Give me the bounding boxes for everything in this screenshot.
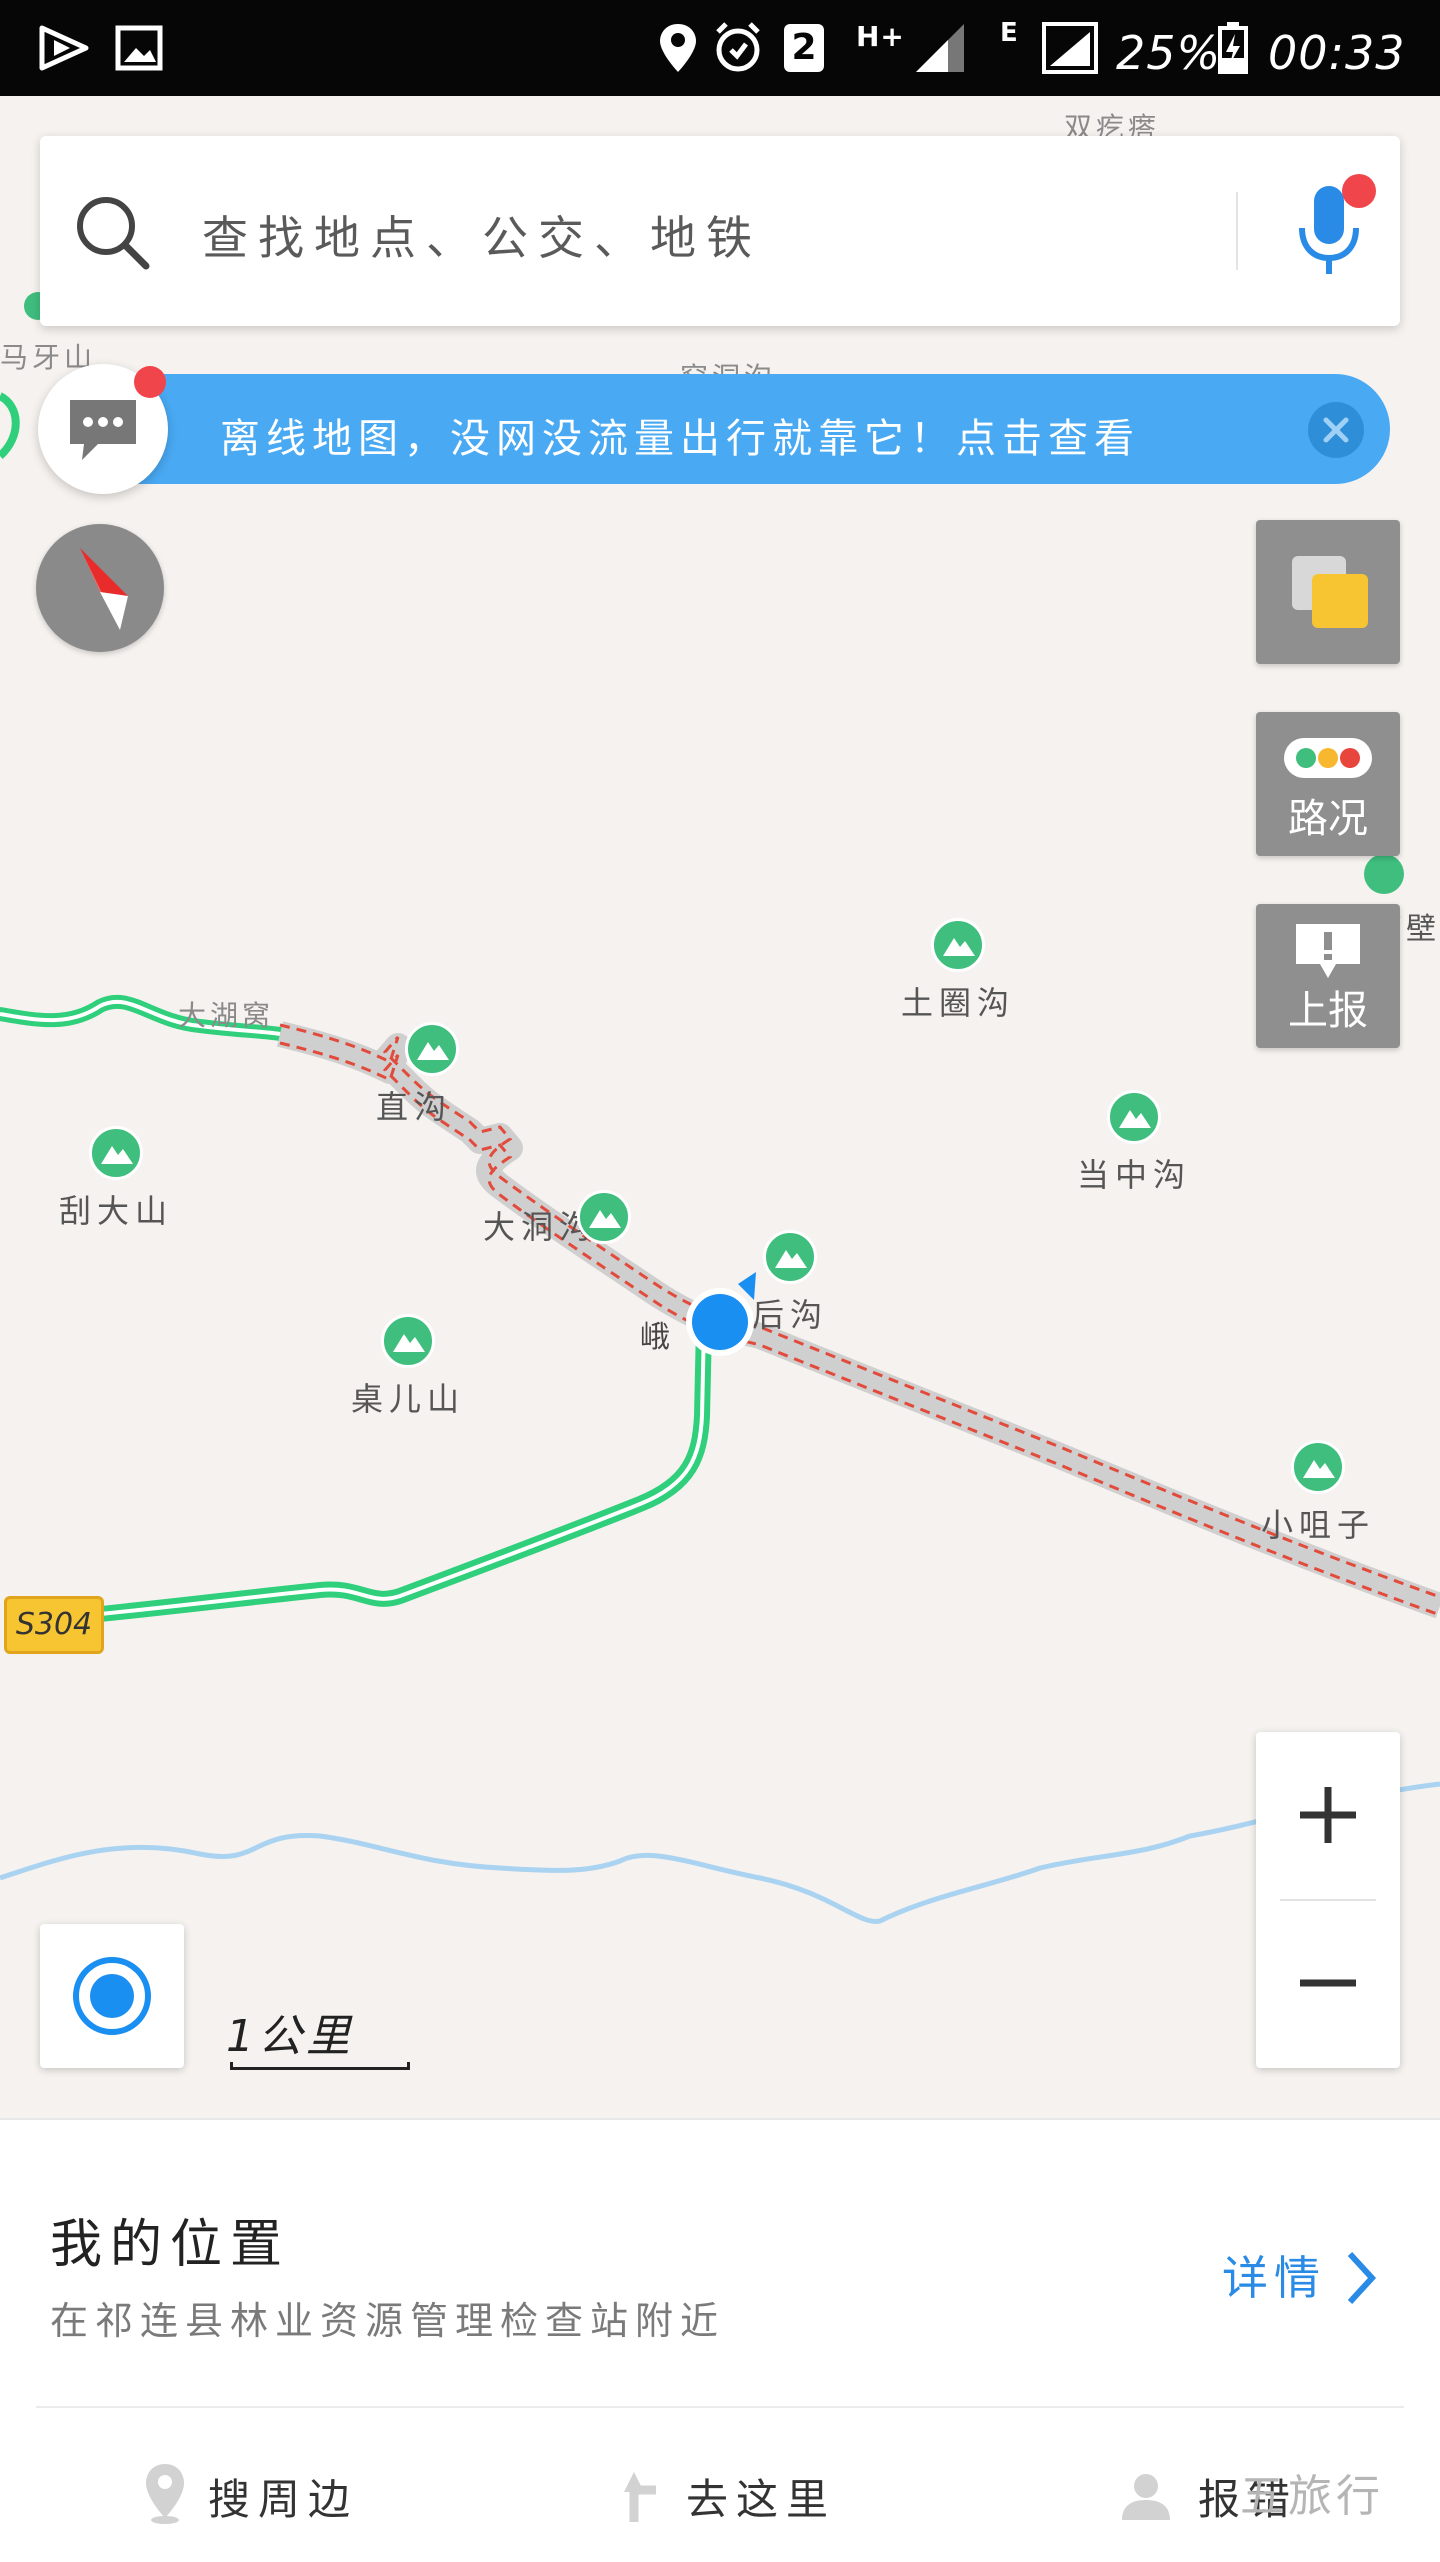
message-button[interactable] [38,364,168,494]
edge-indicator: E [1000,18,1019,48]
network-type: H+ [856,20,905,53]
mountain-icon [1106,1090,1161,1144]
location-label: 峨 [640,1320,670,1355]
map-scale: 1公里 [226,2000,410,2070]
offline-map-banner[interactable]: 离线地图，没网没流量出行就靠它！点击查看 [60,374,1390,484]
mountain-icon [88,1126,143,1180]
map-poi-zhigou[interactable]: 直沟 [376,1022,459,1128]
traffic-label: 路况 [1288,796,1368,842]
chat-icon [70,400,136,460]
mountain-icon [380,1314,435,1368]
sim-number: 2 [791,27,817,68]
road-shield-s304: S304 [4,1596,104,1654]
location-address: 在祁连县林业资源管理检查站附近 [50,2299,726,2343]
layers-button[interactable] [1256,520,1400,664]
poi-label: 直沟 [375,1088,452,1126]
banner-close-button[interactable] [1308,402,1364,458]
report-icon [1296,924,1360,978]
plus-icon [1300,1787,1356,1843]
battery-percent: 25% [1116,26,1222,80]
location-title: 我的位置 [50,2215,291,2275]
road-shield-label: S304 [15,1607,93,1642]
mountain-icon [405,1022,459,1076]
traffic-button[interactable]: 路况 [1256,712,1400,856]
compass-button[interactable] [36,524,164,652]
details-label: 详情 [1222,2251,1326,2305]
search-divider [1236,192,1238,270]
search-bar[interactable]: 查找地点、公交、地铁 [40,136,1400,326]
mountain-icon [930,918,985,972]
scale-bar [230,2062,410,2070]
close-icon [1323,417,1349,443]
search-input[interactable]: 查找地点、公交、地铁 [202,202,762,268]
map-poi-dangzhonggou[interactable]: 当中沟 [1077,1090,1191,1196]
compass-icon [80,548,128,630]
sim-badge: 2 [784,24,824,72]
locate-icon [73,1957,151,2035]
mountain-icon [1290,1440,1345,1494]
message-notification-dot [134,366,166,398]
zoom-control [1256,1732,1400,2068]
minus-icon [1300,1979,1356,1987]
go-here-button[interactable]: 去这里 [620,2460,860,2530]
current-location-marker [686,1272,756,1356]
details-link[interactable]: 详情 [1222,2238,1392,2318]
location-pin-icon [146,2464,184,2524]
locate-me-button[interactable] [40,1924,184,2068]
map-poi-xiaojuzi[interactable]: 小咀子 [1261,1440,1375,1546]
search-nearby-button[interactable]: 搜周边 [142,2460,382,2530]
location-status-icon [660,24,696,72]
signal-strength-2-icon [1042,22,1098,74]
poi-label: 当中沟 [1076,1156,1192,1194]
poi-label: 刮大山 [58,1192,174,1230]
poi-label: 小咀子 [1260,1506,1376,1544]
battery-charging-icon [1218,22,1248,74]
report-button[interactable]: 上报 [1256,904,1400,1048]
signal-strength-icon [916,24,964,72]
clock: 00:33 [1268,26,1406,80]
watermark: 五旅行 [1240,2471,1384,2522]
gallery-icon [115,25,163,71]
sheet-divider [36,2406,1404,2408]
map-poi-zhuoershan[interactable]: 桌儿山 [351,1314,465,1420]
map-poi-guadashan[interactable]: 刮大山 [59,1126,173,1232]
play-store-icon [39,25,89,71]
zoom-out-button[interactable] [1256,1900,1400,2066]
scale-label: 1公里 [226,2011,354,2062]
map-poi-tuquangou[interactable]: 土圈沟 [901,918,1015,1024]
voice-notification-dot [1342,174,1376,208]
river [0,1781,1440,1924]
zoom-in-button[interactable] [1256,1732,1400,1898]
search-icon [77,197,150,270]
turn-arrow-icon [624,2472,656,2522]
chevron-right-icon [1347,2251,1377,2305]
search-nearby-label: 搜周边 [208,2475,359,2524]
layers-icon [1292,556,1368,628]
alarm-icon [716,22,760,72]
person-icon [1122,2474,1170,2520]
location-sheet[interactable]: 我的位置 在祁连县林业资源管理检查站附近 详情 搜周边 去这里 报错 五旅行 [0,2118,1440,2562]
status-bar: 2 H+ E 25% 00:33 [0,0,1440,96]
map-poi-dadonggou[interactable]: 大洞沟 [483,1190,631,1248]
poi-label: 土圈沟 [900,984,1016,1022]
mountain-icon [577,1190,631,1244]
map-label-dahuwo: 大湖窝 [178,999,275,1032]
traffic-light-icon [1284,738,1372,778]
go-here-label: 去这里 [686,2475,837,2524]
report-label: 上报 [1288,988,1368,1034]
banner-text: 离线地图，没网没流量出行就靠它！点击查看 [220,416,1140,462]
poi-label: 桌儿山 [350,1380,466,1418]
